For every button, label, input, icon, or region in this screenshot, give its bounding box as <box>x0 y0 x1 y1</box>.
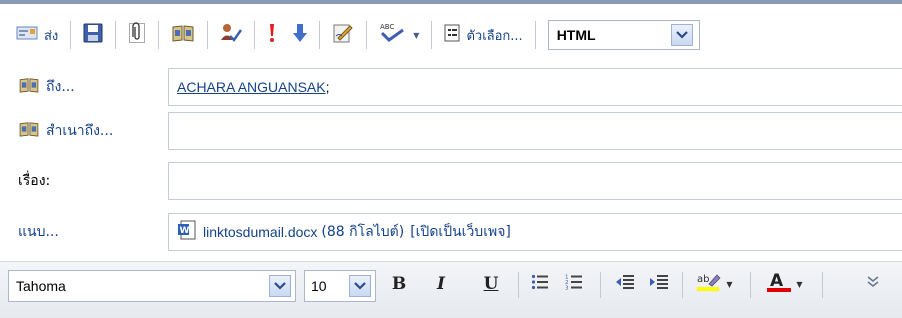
toolbar-separator <box>115 21 117 49</box>
address-book-icon <box>171 24 195 46</box>
increase-indent-icon <box>649 273 669 295</box>
subject-label: เรื่อง: <box>18 173 51 189</box>
decrease-indent-icon <box>615 273 635 295</box>
highlight-button[interactable]: ab ▼ <box>692 266 738 302</box>
formatting-toolbar: Tahoma 10 B I U 1 2 3 ab ▼ A ▼ <box>0 261 902 318</box>
italic-icon: I <box>437 274 445 294</box>
to-row: ถึง... ACHARA ANGUANSAK ; <box>0 68 902 106</box>
toolbar-separator <box>366 21 368 49</box>
more-tools-button[interactable] <box>860 266 886 302</box>
toolbar-separator <box>431 21 433 49</box>
svg-text:W: W <box>180 226 190 236</box>
toolbar-separator <box>70 21 72 49</box>
message-format-select[interactable]: HTML <box>547 20 700 50</box>
recipient-separator: ; <box>325 79 330 95</box>
paperclip-icon <box>128 22 146 48</box>
italic-button[interactable]: I <box>428 266 454 302</box>
to-label: ถึง... <box>46 79 75 95</box>
address-book-icon <box>18 121 40 141</box>
to-button[interactable]: ถึง... <box>18 68 75 106</box>
subject-label-area: เรื่อง: <box>18 162 50 200</box>
decrease-indent-button[interactable] <box>612 266 638 302</box>
options-page-icon <box>444 24 460 46</box>
chevron-down-icon[interactable] <box>670 24 693 46</box>
bullets-button[interactable] <box>528 266 552 302</box>
options-label: ตัวเลือก... <box>466 28 523 44</box>
recipient-link[interactable]: ACHARA ANGUANSAK <box>177 79 326 95</box>
toolbar-separator <box>822 272 823 298</box>
font-color-dropdown-arrow-icon[interactable]: ▼ <box>796 280 802 289</box>
attachment-name-link[interactable]: linktosdumail.docx <box>203 224 317 240</box>
window-top-border <box>0 0 902 4</box>
bold-button[interactable]: B <box>386 266 412 302</box>
signature-pen-icon <box>332 22 354 48</box>
attachments-field: W linktosdumail.docx (88 กิโลไบต์) [เปิด… <box>168 213 902 251</box>
cc-field[interactable] <box>168 112 902 150</box>
signature-button[interactable] <box>324 19 362 51</box>
cc-button[interactable]: สำเนาถึง... <box>18 112 113 150</box>
attachments-row: แนบ... W linktosdumail.docx (88 กิโลไบต์… <box>0 213 902 251</box>
subject-field[interactable] <box>168 162 902 200</box>
toolbar-separator <box>534 21 536 49</box>
toolbar-separator <box>254 21 256 49</box>
toolbar-separator <box>319 21 321 49</box>
attachment-size: (88 กิโลไบต์) <box>321 224 405 240</box>
numbered-list-icon: 1 2 3 <box>565 273 583 295</box>
toolbar-separator <box>682 272 683 298</box>
floppy-disk-icon <box>83 23 103 47</box>
chevron-down-icon[interactable] <box>349 275 371 297</box>
increase-indent-button[interactable] <box>646 266 672 302</box>
highlighter-icon: ab <box>697 272 721 296</box>
send-button[interactable]: ส่ง <box>8 19 66 51</box>
svg-text:3: 3 <box>565 286 569 292</box>
font-size-value: 10 <box>311 278 327 294</box>
svg-text:ab: ab <box>697 274 709 285</box>
underline-icon: U <box>483 274 499 294</box>
cc-label: สำเนาถึง... <box>46 123 114 139</box>
svg-text:ABC: ABC <box>380 23 394 31</box>
double-chevron-down-icon <box>867 275 879 293</box>
message-format-value: HTML <box>556 27 596 43</box>
font-size-select[interactable]: 10 <box>304 270 376 302</box>
attach-label: แนบ... <box>18 224 59 240</box>
underline-button[interactable]: U <box>478 266 504 302</box>
attach-file-button[interactable] <box>120 19 154 51</box>
spell-check-dropdown-arrow-icon[interactable]: ▼ <box>413 31 419 40</box>
font-color-button[interactable]: A ▼ <box>760 266 810 302</box>
font-family-select[interactable]: Tahoma <box>8 270 296 302</box>
spell-check-button[interactable]: ABC ▼ <box>371 19 427 51</box>
send-label: ส่ง <box>44 28 59 44</box>
spell-check-icon: ABC <box>379 22 405 48</box>
toolbar-separator <box>518 272 519 298</box>
word-document-icon: W <box>177 220 197 244</box>
highlight-dropdown-arrow-icon[interactable]: ▼ <box>726 280 732 289</box>
address-book-icon <box>18 77 40 97</box>
font-family-value: Tahoma <box>16 278 66 294</box>
options-button[interactable]: ตัวเลือก... <box>436 19 530 51</box>
save-button[interactable] <box>75 19 111 51</box>
cc-row: สำเนาถึง... <box>0 112 902 150</box>
low-importance-button[interactable] <box>285 19 315 51</box>
attach-button[interactable]: แนบ... <box>18 213 59 251</box>
font-color-icon: A <box>767 271 792 297</box>
toolbar-separator <box>158 21 160 49</box>
open-as-web-page-link[interactable]: [เปิดเป็นเว็บเพจ] <box>410 221 511 243</box>
toolbar-separator <box>600 272 601 298</box>
high-importance-button[interactable] <box>259 19 285 51</box>
bulleted-list-icon <box>531 273 549 295</box>
exclamation-icon <box>267 22 277 48</box>
down-arrow-icon <box>293 22 308 48</box>
address-book-button[interactable] <box>163 19 203 51</box>
compose-toolbar: ส่ง ABC ▼ ตัวเลือก... HTML <box>8 14 700 56</box>
subject-row: เรื่อง: <box>0 162 902 200</box>
chevron-down-icon[interactable] <box>269 275 291 297</box>
toolbar-separator <box>750 272 751 298</box>
numbering-button[interactable]: 1 2 3 <box>562 266 586 302</box>
check-names-icon <box>220 23 243 47</box>
bold-icon: B <box>391 274 407 294</box>
send-envelope-icon <box>16 25 38 45</box>
to-field[interactable]: ACHARA ANGUANSAK ; <box>168 68 902 106</box>
check-names-button[interactable] <box>212 19 250 51</box>
toolbar-separator <box>207 21 209 49</box>
